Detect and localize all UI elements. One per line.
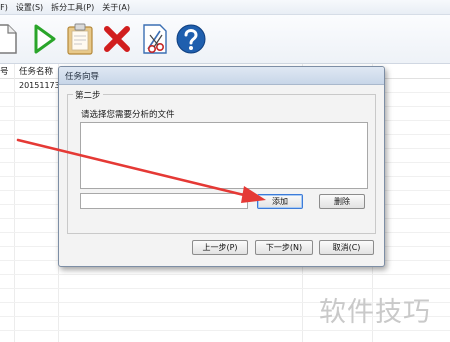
row-divider <box>0 330 450 331</box>
clipboard-icon <box>67 23 93 55</box>
delete-x-icon <box>104 26 130 52</box>
play-icon <box>34 24 56 54</box>
previous-step-button[interactable]: 上一步(P) <box>192 240 248 255</box>
delete-button[interactable] <box>100 21 134 57</box>
file-path-field[interactable] <box>80 193 248 209</box>
start-button[interactable] <box>27 21 61 57</box>
column-header-number[interactable]: 号 <box>0 65 9 77</box>
paste-button[interactable] <box>63 21 97 57</box>
help-button[interactable] <box>174 21 208 57</box>
dialog-title: 任务向导 <box>65 72 100 82</box>
watermark-text: 软件技巧 <box>319 297 431 328</box>
menu-settings[interactable]: 设置(S) <box>12 2 47 13</box>
file-prompt-label: 请选择您需要分析的文件 <box>81 110 175 120</box>
dialog-title-bar[interactable]: 任务向导 <box>59 67 384 85</box>
cut-tool-icon <box>143 24 167 54</box>
new-document-icon <box>0 24 17 54</box>
file-list-box[interactable] <box>80 122 368 189</box>
menu-split-tools[interactable]: 拆分工具(P) <box>47 2 98 13</box>
toolbar <box>0 15 450 64</box>
add-button[interactable]: 添加 <box>257 194 303 209</box>
row-divider <box>0 274 450 275</box>
menu-about[interactable]: 关于(A) <box>98 2 134 13</box>
task-wizard-dialog: 任务向导 第二步 请选择您需要分析的文件 添加 删除 上一步(P) 下一步(N)… <box>58 66 385 267</box>
new-document-button[interactable] <box>0 21 22 57</box>
help-icon <box>176 24 206 54</box>
row-divider <box>0 288 450 289</box>
step-label: 第二步 <box>73 89 103 101</box>
column-header-task-name[interactable]: 任务名称 <box>19 65 53 77</box>
split-tool-button[interactable] <box>138 21 172 57</box>
cancel-button[interactable]: 取消(C) <box>319 240 374 255</box>
menu-file[interactable]: (F) <box>0 3 12 12</box>
delete-file-button[interactable]: 删除 <box>319 194 365 209</box>
menu-bar: (F) 设置(S) 拆分工具(P) 关于(A) <box>0 0 450 15</box>
next-step-button[interactable]: 下一步(N) <box>255 240 313 255</box>
